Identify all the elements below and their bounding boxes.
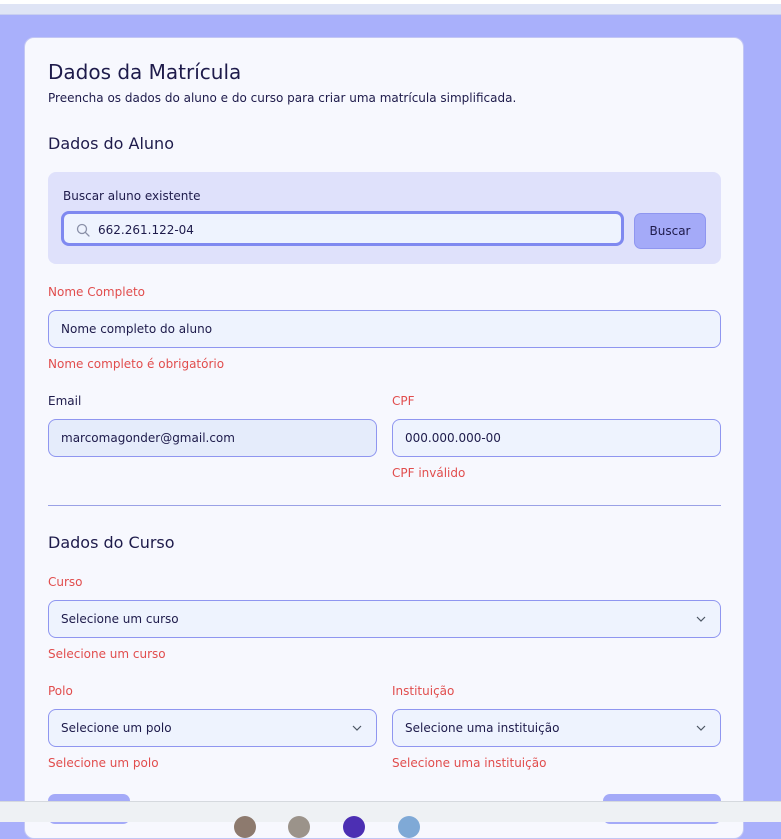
polo-error: Selecione um polo <box>48 756 159 770</box>
institution-select[interactable]: Selecione uma instituição <box>392 709 721 747</box>
student-search-label: Buscar aluno existente <box>63 189 201 203</box>
full-name-field[interactable]: Nome completo do aluno <box>48 310 721 348</box>
student-search-value: 662.261.122-04 <box>98 223 194 237</box>
cpf-field[interactable]: 000.000.000-00 <box>392 419 721 457</box>
full-name-label: Nome Completo <box>48 285 145 299</box>
chevron-down-icon <box>352 725 362 731</box>
student-search-panel: Buscar aluno existente 662.261.122-04 Bu… <box>48 172 721 264</box>
institution-label: Instituição <box>392 684 455 698</box>
taskbar-app-icon[interactable] <box>288 816 310 838</box>
form-subtitle: Preencha os dados do aluno e do curso pa… <box>48 91 517 105</box>
chevron-down-icon <box>696 616 706 622</box>
course-section-heading: Dados do Curso <box>48 533 175 552</box>
course-label: Curso <box>48 575 83 589</box>
email-label: Email <box>48 394 82 408</box>
course-select-value: Selecione um curso <box>61 612 179 626</box>
cpf-label: CPF <box>392 394 415 408</box>
enrollment-form-card: Dados da Matrícula Preencha os dados do … <box>24 37 744 839</box>
polo-select[interactable]: Selecione um polo <box>48 709 377 747</box>
polo-select-value: Selecione um polo <box>61 721 172 735</box>
taskbar-app-icon[interactable] <box>234 816 256 838</box>
course-error: Selecione um curso <box>48 647 166 661</box>
cpf-placeholder: 000.000.000-00 <box>405 431 501 445</box>
browser-top-strip <box>0 0 781 15</box>
email-value: marcomagonder@gmail.com <box>61 431 235 445</box>
email-field[interactable]: marcomagonder@gmail.com <box>48 419 377 457</box>
cpf-error: CPF inválido <box>392 466 466 480</box>
chevron-down-icon <box>696 725 706 731</box>
browser-top-edge <box>0 0 781 4</box>
full-name-placeholder: Nome completo do aluno <box>61 322 213 336</box>
institution-select-value: Selecione uma instituição <box>405 721 560 735</box>
student-section-heading: Dados do Aluno <box>48 134 174 153</box>
full-name-error: Nome completo é obrigatório <box>48 357 225 371</box>
section-divider <box>48 505 721 506</box>
course-select[interactable]: Selecione um curso <box>48 600 721 638</box>
search-button[interactable]: Buscar <box>634 213 706 249</box>
institution-error: Selecione uma instituição <box>392 756 547 770</box>
taskbar-app-icon[interactable] <box>343 816 365 838</box>
taskbar <box>0 801 781 838</box>
polo-label: Polo <box>48 684 73 698</box>
search-icon <box>76 223 90 237</box>
taskbar-app-icon[interactable] <box>398 816 420 838</box>
form-title: Dados da Matrícula <box>48 60 242 84</box>
student-search-input[interactable]: 662.261.122-04 <box>61 211 624 246</box>
